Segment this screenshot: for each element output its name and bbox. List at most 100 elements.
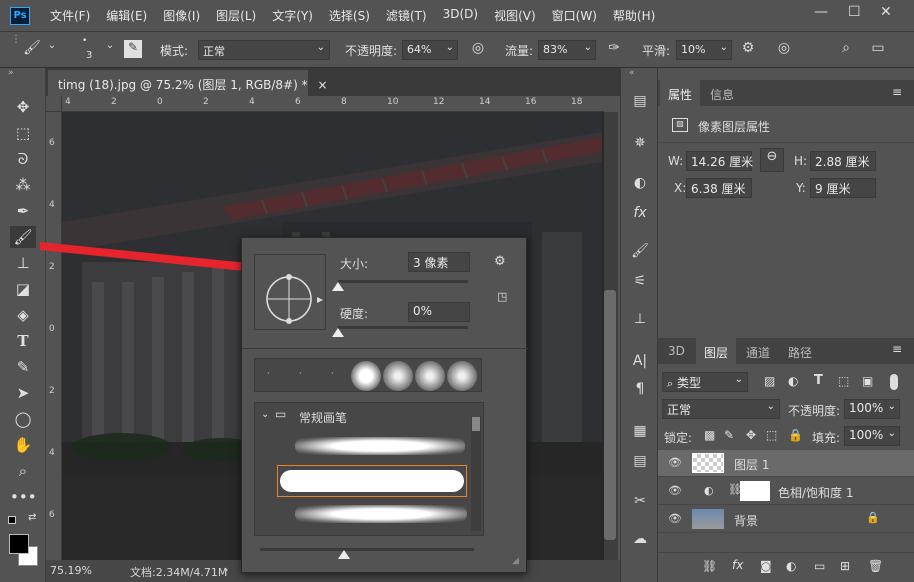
layer-name[interactable]: 背景	[734, 512, 758, 529]
search-icon[interactable]: ⌕	[836, 40, 856, 60]
brush-preset-item[interactable]	[295, 505, 467, 523]
menu-item[interactable]: 滤镜(T)	[386, 7, 427, 24]
size-input[interactable]: 3 像素	[408, 252, 470, 272]
close-tab-icon[interactable]: ×	[317, 78, 327, 92]
maximize-button[interactable]: ☐	[848, 4, 861, 20]
menu-item[interactable]: 文字(Y)	[272, 7, 313, 24]
zoom-level[interactable]: 75.19%	[50, 564, 92, 577]
chevron-down-icon[interactable]: ⌄	[100, 40, 120, 60]
preset-list-scrollbar[interactable]	[471, 417, 481, 531]
visibility-eye-icon[interactable]: 👁	[668, 456, 682, 469]
brush-tip[interactable]: ·	[299, 369, 302, 378]
resize-grip-icon[interactable]: ◢	[512, 556, 519, 566]
brush-tip[interactable]: ·	[267, 369, 270, 378]
brush-size-value[interactable]: 3	[86, 50, 92, 61]
default-colors-icon[interactable]	[8, 516, 16, 524]
paint-bucket-tool-icon[interactable]: ◈	[10, 304, 36, 326]
new-layer-icon[interactable]: ⊞	[840, 559, 850, 573]
menu-item[interactable]: 帮助(H)	[613, 7, 655, 24]
visibility-eye-icon[interactable]: 👁	[668, 484, 682, 497]
hand-tool-icon[interactable]: ✋	[10, 434, 36, 456]
brush-tip[interactable]	[447, 361, 477, 391]
filter-smart-object-icon[interactable]: ▣	[862, 374, 873, 388]
adjustment-icon[interactable]: ◐	[786, 559, 796, 573]
brush-preset-item[interactable]	[295, 437, 465, 455]
smoothing-input[interactable]: 10% ⌄	[676, 40, 732, 60]
lasso-tool-icon[interactable]: ᘐ	[10, 148, 36, 170]
lock-all-icon[interactable]: 🔒	[788, 428, 803, 442]
height-input[interactable]: 2.88 厘米	[810, 151, 876, 171]
type-tool-icon[interactable]: T	[10, 330, 36, 352]
brush-tip[interactable]: ·	[331, 369, 334, 378]
trash-icon[interactable]: 🗑	[868, 559, 883, 573]
quick-select-tool-icon[interactable]: ⁂	[10, 174, 36, 196]
lock-transparent-icon[interactable]: ▩	[704, 428, 715, 442]
marquee-tool-icon[interactable]: ⬚	[10, 122, 36, 144]
path-select-tool-icon[interactable]: ➤	[10, 382, 36, 404]
lock-position-icon[interactable]: ✥	[746, 428, 756, 442]
collapse-icon[interactable]: »	[8, 68, 14, 78]
layer-name[interactable]: 色相/饱和度 1	[778, 484, 854, 501]
tab-3d[interactable]: 3D	[660, 338, 693, 364]
x-input[interactable]: 6.38 厘米	[686, 178, 752, 198]
layer-row[interactable]: 👁 图层 1	[658, 450, 914, 477]
panel-menu-icon[interactable]: ≡	[892, 342, 902, 356]
brush-settings-icon[interactable]: 🖌	[629, 240, 651, 262]
color-icon[interactable]: ◐	[629, 172, 651, 194]
brush-preset-icon[interactable]: 🖌	[22, 40, 42, 60]
menu-item[interactable]: 编辑(E)	[106, 7, 147, 24]
filter-type-icon[interactable]: T	[814, 373, 823, 388]
more-tools-icon[interactable]: •••	[10, 486, 37, 508]
flow-input[interactable]: 83% ⌄	[538, 40, 596, 60]
libraries-icon[interactable]: ☁	[629, 528, 651, 550]
blend-mode-select[interactable]: 正常 ⌄	[662, 399, 780, 419]
tab-properties[interactable]: 属性	[660, 80, 701, 106]
width-input[interactable]: 14.26 厘米	[686, 151, 753, 171]
tab-paths[interactable]: 路径	[780, 338, 820, 364]
mask-icon[interactable]: ◙	[760, 559, 772, 573]
filter-pixel-icon[interactable]: ▨	[764, 374, 775, 388]
zoom-tool-icon[interactable]: ⌕	[10, 460, 36, 482]
chevron-right-icon[interactable]: ›	[224, 563, 228, 576]
brush-tip[interactable]	[415, 361, 445, 391]
link-dimensions-icon[interactable]: ⊖	[760, 148, 784, 172]
minimize-button[interactable]: —	[814, 4, 828, 20]
filter-toggle[interactable]	[890, 374, 898, 390]
lock-artboard-icon[interactable]: ⬚	[766, 428, 777, 442]
layer-name[interactable]: 图层 1	[734, 456, 769, 473]
pressure-size-icon[interactable]: ◎	[774, 40, 794, 60]
notes-icon[interactable]: ▤	[629, 450, 651, 472]
pen-tool-icon[interactable]: ✎	[10, 356, 36, 378]
preview-size-knob[interactable]	[338, 550, 350, 559]
paragraph-icon[interactable]: ¶	[629, 378, 651, 400]
gear-icon[interactable]: ⚙	[738, 40, 758, 60]
menu-item[interactable]: 视图(V)	[494, 7, 536, 24]
eraser-tool-icon[interactable]: ◪	[10, 278, 36, 300]
panel-menu-icon[interactable]: ≡	[892, 85, 902, 99]
stamp-tool-icon[interactable]: ⊥	[10, 252, 36, 274]
chevron-down-icon[interactable]: ⌄	[261, 409, 269, 420]
size-slider[interactable]	[338, 280, 468, 283]
scrollbar-thumb[interactable]	[604, 290, 616, 540]
new-preset-icon[interactable]: ◳	[497, 290, 507, 303]
ellipse-tool-icon[interactable]: ◯	[10, 408, 36, 430]
filter-adjustment-icon[interactable]: ◐	[788, 374, 798, 388]
visibility-eye-icon[interactable]: 👁	[668, 512, 682, 525]
hardness-input[interactable]: 0%	[408, 302, 470, 322]
brush-panel-icon[interactable]: ✎	[124, 40, 142, 58]
size-slider-knob[interactable]	[332, 282, 344, 291]
filter-shape-icon[interactable]: ⬚	[838, 374, 849, 388]
foreground-color-swatch[interactable]	[9, 534, 29, 554]
lock-image-icon[interactable]: ✎	[724, 428, 734, 442]
pressure-opacity-icon[interactable]: ◎	[468, 40, 488, 60]
tab-layers[interactable]: 图层	[696, 338, 737, 364]
menu-item[interactable]: 窗口(W)	[552, 7, 597, 24]
close-window-button[interactable]: ✕	[880, 4, 892, 20]
eyedropper-tool-icon[interactable]: ✒	[10, 200, 36, 222]
swap-colors-icon[interactable]: ⇄	[28, 512, 36, 523]
layer-row[interactable]: 👁 ◐ ⛓ 色相/饱和度 1	[658, 478, 914, 505]
menu-item[interactable]: 文件(F)	[50, 7, 90, 24]
menu-item[interactable]: 3D(D)	[443, 7, 478, 24]
history-icon[interactable]: ▤	[629, 90, 651, 112]
brush-folder-label[interactable]: 常规画笔	[299, 409, 347, 426]
